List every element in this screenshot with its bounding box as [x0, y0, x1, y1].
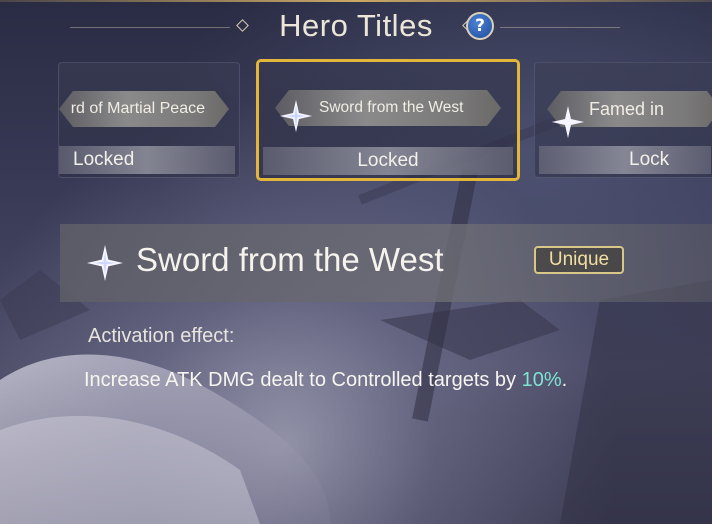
title-card[interactable]: Famed in Lock — [534, 62, 712, 178]
title-card[interactable]: rd of Martial Peace Locked — [58, 62, 240, 178]
top-border — [0, 0, 712, 6]
title-card-name: Famed in — [589, 98, 665, 119]
four-point-star-icon — [279, 99, 313, 133]
diamond-ornament-icon — [236, 19, 249, 32]
title-carousel: rd of Martial Peace Locked Sword from th… — [0, 58, 712, 184]
header-rule-left — [70, 27, 230, 28]
title-card-status: Lock — [539, 146, 711, 174]
rarity-badge: Unique — [534, 246, 624, 274]
detail-title: Sword from the West — [136, 241, 444, 278]
title-card-status: Locked — [263, 147, 513, 175]
title-card-name: Sword from the West — [319, 99, 464, 116]
help-button[interactable]: ? — [466, 12, 494, 40]
four-point-star-icon — [551, 105, 585, 139]
title-card-banner: rd of Martial Peace — [59, 91, 229, 127]
effect-value: 10% — [521, 369, 562, 391]
effect-text-after: . — [561, 369, 568, 391]
activation-effect-label: Activation effect: — [88, 325, 235, 347]
title-card-selected[interactable]: Sword from the West Locked — [256, 59, 520, 181]
page-title: Hero Titles — [279, 8, 433, 43]
header-rule-right — [500, 27, 620, 28]
activation-effect-text: Increase ATK DMG dealt to Controlled tar… — [84, 369, 567, 392]
four-point-star-icon — [86, 244, 124, 282]
effect-text-before: Increase ATK DMG dealt to Controlled tar… — [84, 369, 522, 391]
title-card-name: rd of Martial Peace — [70, 100, 205, 117]
title-card-status: Locked — [59, 146, 235, 174]
header: Hero Titles ? — [0, 8, 712, 48]
